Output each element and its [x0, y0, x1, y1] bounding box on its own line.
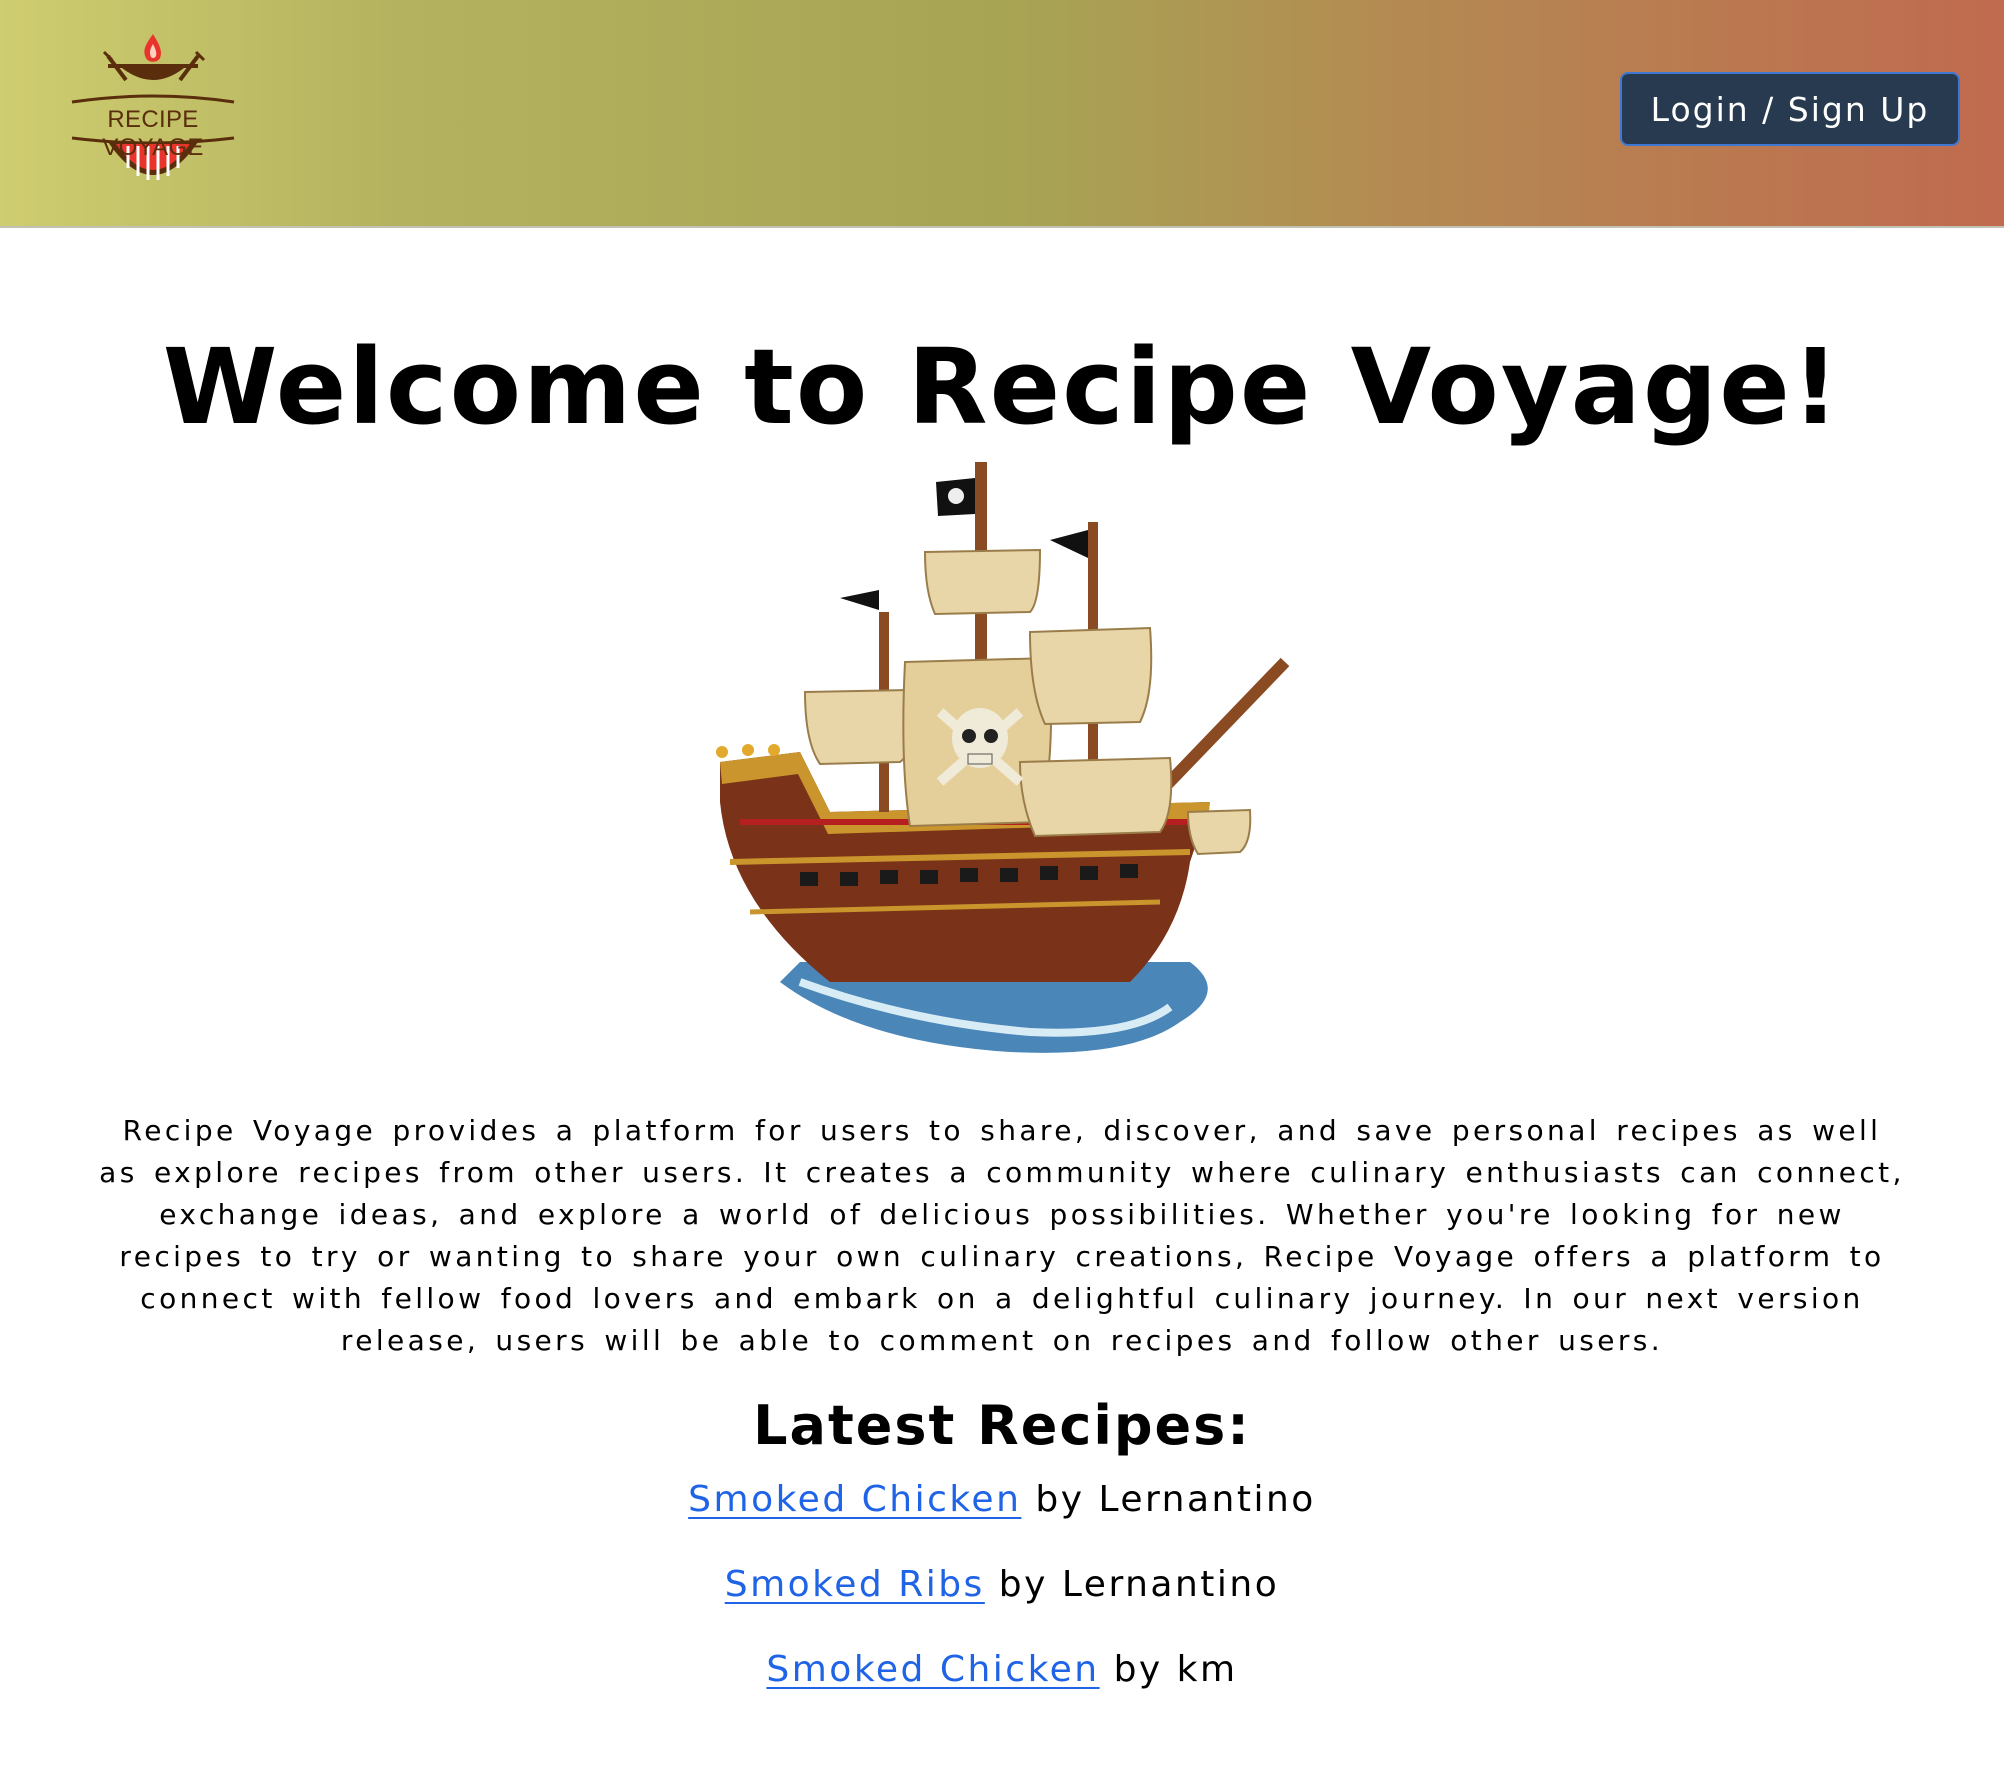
login-signup-button[interactable]: Login / Sign Up	[1620, 72, 1960, 146]
list-item: Smoked Ribs by Lernantino	[0, 1561, 2004, 1646]
recipe-author: by Lernantino	[1035, 1479, 1316, 1520]
recipe-author: by km	[1113, 1649, 1238, 1690]
recipe-voyage-logo[interactable]: RECIPE VOYAGE	[58, 30, 248, 190]
recipe-link[interactable]: Smoked Chicken	[688, 1479, 1021, 1520]
list-item: Smoked Chicken by km	[0, 1646, 2004, 1731]
recipe-link[interactable]: Smoked Ribs	[725, 1564, 985, 1605]
pirate-ship-icon	[716, 462, 1290, 1053]
logo-text: RECIPE VOYAGE	[102, 106, 204, 161]
latest-recipes-heading: Latest Recipes:	[753, 1394, 1251, 1457]
intro-description: Recipe Voyage provides a platform for us…	[99, 1114, 1905, 1357]
site-header: RECIPE VOYAGE Login / Sign Up	[0, 0, 2004, 228]
page-title: Welcome to Recipe Voyage!	[162, 326, 1842, 448]
list-item: Smoked Chicken by Lernantino	[0, 1476, 2004, 1561]
latest-recipes-list: Smoked Chicken by Lernantino Smoked Ribs…	[0, 1476, 2004, 1731]
recipe-link[interactable]: Smoked Chicken	[766, 1649, 1099, 1690]
pirate-ship-image	[710, 462, 1300, 1058]
recipe-author: by Lernantino	[998, 1564, 1280, 1605]
